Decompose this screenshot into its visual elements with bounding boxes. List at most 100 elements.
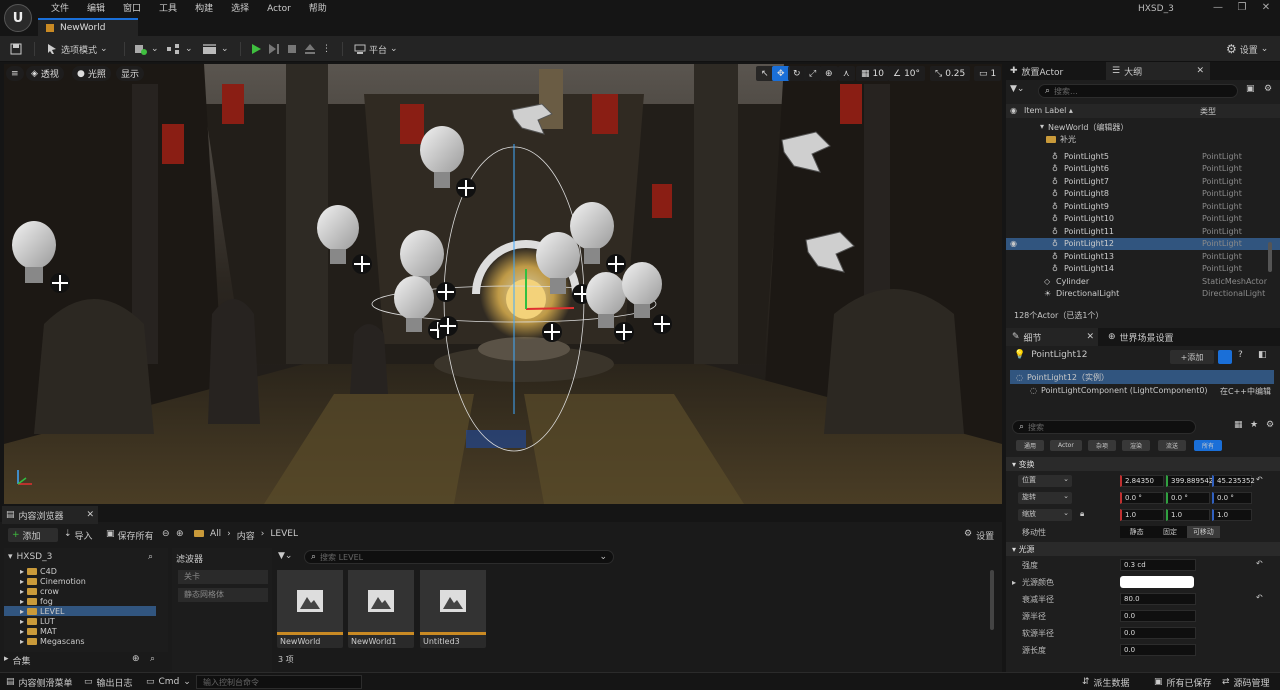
- outliner-row[interactable]: ◇ Cylinder StaticMeshActor: [1006, 275, 1280, 288]
- blueprint-button[interactable]: ⌄: [162, 40, 197, 58]
- outliner-folder-row[interactable]: 补光: [1046, 134, 1076, 145]
- table-view-icon[interactable]: ▦: [1234, 420, 1243, 430]
- scale-dropdown[interactable]: 缩放 ⌄: [1018, 509, 1072, 521]
- point-light-icon[interactable]: [620, 262, 690, 342]
- outliner-row[interactable]: ☀ DirectionalLight DirectionalLight: [1006, 288, 1280, 301]
- mode-dropdown[interactable]: 选项模式 ⌄: [42, 40, 112, 58]
- close-icon[interactable]: ✕: [1086, 332, 1094, 342]
- scale-z-field[interactable]: 1.0: [1212, 509, 1252, 521]
- folder-tree-item[interactable]: ▸ MAT: [4, 626, 156, 636]
- more-options-icon[interactable]: ⋮: [318, 40, 335, 58]
- play-button[interactable]: [246, 40, 266, 58]
- filter-actor[interactable]: Actor: [1050, 440, 1082, 451]
- show-button[interactable]: 显示: [116, 66, 145, 81]
- outliner-row[interactable]: ♁ PointLight9 PointLight: [1006, 200, 1280, 213]
- folder-tree-item[interactable]: ▸ fog: [4, 596, 156, 606]
- close-icon[interactable]: ✕: [1196, 66, 1204, 76]
- folder-tree-item[interactable]: ▸ Megascans: [4, 636, 156, 646]
- sky-atmosphere-icon[interactable]: [776, 126, 836, 182]
- search-icon[interactable]: ⌕: [148, 552, 153, 562]
- light-color-swatch[interactable]: [1120, 576, 1194, 588]
- outliner-row[interactable]: ♁ PointLight11 PointLight: [1006, 225, 1280, 238]
- chevron-right-icon[interactable]: ▸: [20, 587, 24, 596]
- move-gizmo-icon[interactable]: [436, 312, 466, 342]
- filter-general[interactable]: 通用: [1016, 440, 1045, 451]
- point-light-icon[interactable]: [314, 204, 384, 284]
- point-light-icon[interactable]: [8, 219, 78, 299]
- source-control-button[interactable]: ⇄ 源码管理: [1222, 675, 1270, 689]
- add-component-button[interactable]: +添加: [1170, 350, 1214, 364]
- outliner-row[interactable]: ♁ PointLight7 PointLight: [1006, 175, 1280, 188]
- scale-tool-icon[interactable]: ⤢: [804, 66, 822, 81]
- star-icon[interactable]: ★: [1250, 420, 1258, 430]
- save-all-button[interactable]: ▣ 保存所有: [106, 529, 154, 542]
- menu-actor[interactable]: Actor: [258, 2, 300, 16]
- location-y-field[interactable]: 399.889542: [1166, 475, 1213, 487]
- outliner-row[interactable]: ◉ ♁ PointLight12 PointLight: [1006, 237, 1280, 250]
- sky-atmosphere-icon[interactable]: [508, 100, 556, 140]
- location-dropdown[interactable]: 位置 ⌄: [1018, 475, 1072, 487]
- save-status-button[interactable]: ▣ 所有已保存: [1154, 675, 1212, 689]
- search-icon[interactable]: ⌕: [150, 654, 155, 664]
- move-gizmo-icon[interactable]: [540, 318, 570, 348]
- maximize-icon[interactable]: ❐: [1232, 2, 1252, 16]
- actor-name[interactable]: PointLight12: [1031, 350, 1087, 360]
- outliner-scrollbar[interactable]: [1268, 242, 1272, 272]
- filter-static-mesh[interactable]: 静态网格体: [178, 588, 268, 602]
- chevron-right-icon[interactable]: ▸: [20, 567, 24, 576]
- select-tool-icon[interactable]: ↖: [756, 66, 774, 81]
- point-light-icon[interactable]: [418, 126, 488, 206]
- transform-section[interactable]: ▾ 变换: [1006, 457, 1280, 471]
- source-length-field[interactable]: 0.0: [1120, 644, 1196, 656]
- add-content-button[interactable]: ⌄: [130, 40, 163, 58]
- outliner-world-row[interactable]: ▾ NewWorld（编辑器）: [1040, 122, 1128, 133]
- rotation-x-field[interactable]: 0.0 °: [1120, 492, 1164, 504]
- instance-row[interactable]: ◌ PointLight12（实例）: [1010, 370, 1274, 384]
- derived-data-button[interactable]: ⇵ 派生数据: [1082, 675, 1130, 689]
- menu-build[interactable]: 构建: [186, 2, 222, 16]
- stop-button[interactable]: [282, 40, 302, 58]
- filter-render[interactable]: 渲染: [1122, 440, 1151, 451]
- lock-icon[interactable]: ◧: [1258, 350, 1267, 360]
- outliner-row[interactable]: ♁ PointLight10 PointLight: [1006, 213, 1280, 226]
- soft-radius-field[interactable]: 0.0: [1120, 627, 1196, 639]
- grid-snap-button[interactable]: ▦ 10: [856, 66, 889, 81]
- visibility-eye-icon[interactable]: ◉: [1010, 239, 1017, 248]
- rotation-snap-button[interactable]: ∠ 10°: [888, 66, 926, 81]
- chevron-right-icon[interactable]: ▸: [20, 637, 24, 646]
- folder-tree-item[interactable]: ▸ LUT: [4, 616, 156, 626]
- tab-place-actor[interactable]: ✚ 放置Actor: [1010, 62, 1063, 80]
- surface-snap-icon[interactable]: ⋏: [838, 66, 855, 81]
- scale-snap-button[interactable]: ⤡ 0.25: [930, 66, 971, 81]
- menu-file[interactable]: 文件: [42, 2, 78, 16]
- forward-icon[interactable]: ⊕: [176, 529, 184, 539]
- light-section[interactable]: ▾ 光源: [1006, 542, 1280, 556]
- col-type[interactable]: 类型: [1200, 106, 1216, 117]
- output-log-button[interactable]: ▭ 输出日志: [84, 675, 133, 689]
- menu-help[interactable]: 帮助: [300, 2, 336, 16]
- source-radius-field[interactable]: 0.0: [1120, 610, 1196, 622]
- breadcrumb-content[interactable]: 内容: [237, 529, 255, 542]
- filter-streaming[interactable]: 流送: [1158, 440, 1187, 451]
- menu-select[interactable]: 选择: [222, 2, 258, 16]
- breadcrumb-level[interactable]: LEVEL: [270, 529, 298, 542]
- console-input[interactable]: 输入控制台命令: [196, 675, 362, 689]
- asset-tile[interactable]: NewWorld1: [348, 570, 414, 648]
- world-space-icon[interactable]: ⊕: [820, 66, 838, 81]
- tab-details[interactable]: ✎ 细节 ✕: [1006, 328, 1098, 346]
- tab-outliner[interactable]: ☰ 大纲 ✕: [1106, 62, 1210, 80]
- unreal-logo-icon[interactable]: U: [4, 4, 32, 32]
- add-collection-icon[interactable]: ⊕: [132, 654, 140, 664]
- chevron-right-icon[interactable]: ▸: [20, 577, 24, 586]
- close-icon[interactable]: ✕: [1256, 2, 1276, 16]
- close-icon[interactable]: ✕: [86, 510, 94, 520]
- back-icon[interactable]: ⊖: [162, 529, 170, 539]
- outliner-row[interactable]: ♁ PointLight6 PointLight: [1006, 163, 1280, 176]
- menu-edit[interactable]: 编辑: [78, 2, 114, 16]
- edit-cpp-link[interactable]: 在C++中编辑: [1220, 386, 1271, 397]
- chevron-right-icon[interactable]: ▸: [20, 627, 24, 636]
- blueprint-convert-icon[interactable]: [1218, 350, 1232, 364]
- filter-icon[interactable]: ▼⌄: [1010, 84, 1024, 94]
- lock-icon[interactable]: 🔒︎: [1080, 509, 1084, 519]
- reset-icon[interactable]: ↶: [1256, 593, 1263, 602]
